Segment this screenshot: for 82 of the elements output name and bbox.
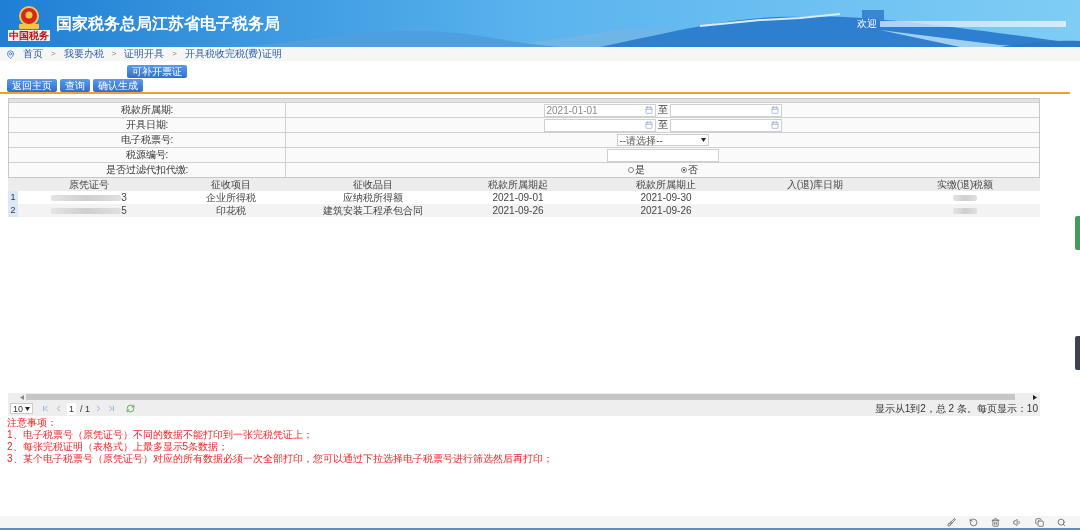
field-label: 税源编号:: [125, 149, 169, 161]
field-label: 电子税票号:: [120, 134, 174, 146]
page-count: / 1: [80, 402, 91, 415]
redacted-bar: [953, 207, 977, 214]
select-field[interactable]: --请选择--: [616, 134, 709, 146]
table-cell: 企业所得税: [206, 191, 256, 204]
column-header[interactable]: 税款所属期起: [488, 178, 548, 191]
redacted-bar: [51, 207, 122, 214]
radio-option[interactable]: 是: [627, 164, 645, 176]
redacted-bar: [953, 194, 977, 201]
undo-icon[interactable]: [969, 517, 978, 527]
action-button[interactable]: 查询: [60, 79, 90, 92]
supplement-tab-button[interactable]: 可补开票证: [127, 65, 187, 78]
copy-icon[interactable]: [1035, 517, 1044, 527]
input-field[interactable]: [606, 148, 719, 162]
breadcrumb-link[interactable]: 证明开具: [124, 48, 165, 60]
field-label: 开具日期:: [125, 119, 169, 131]
table-cell: 应纳税所得额: [343, 191, 403, 204]
table-cell: 2021-09-26: [640, 204, 692, 217]
dropdown-caret-icon: [25, 406, 30, 411]
note-text: 1、电子税票号（原凭证号）不同的数据不能打印到一张完税凭证上；: [7, 429, 314, 441]
range-separator: 至: [657, 119, 668, 131]
radio-option[interactable]: 否: [680, 164, 698, 176]
notes-title: 注意事项：: [7, 417, 58, 429]
column-header[interactable]: 实缴(退)税额: [936, 178, 994, 191]
action-button[interactable]: 返回主页: [7, 79, 57, 92]
calendar-icon: [644, 121, 653, 129]
voucher-number-end: 5: [121, 204, 127, 217]
breadcrumb-link[interactable]: 我要办税: [63, 48, 104, 60]
note-text: 2、每张完税证明（表格式）上最多显示5条数据；: [7, 441, 230, 453]
column-header[interactable]: 原凭证号: [69, 178, 109, 191]
emblem-icon: [16, 6, 42, 30]
calendar-icon: [770, 106, 779, 114]
table-cell: 2021-09-30: [640, 191, 692, 204]
refresh-icon[interactable]: [126, 404, 136, 413]
brush-icon[interactable]: [947, 517, 956, 527]
column-header[interactable]: 征收品目: [353, 178, 393, 191]
search-icon[interactable]: [1057, 517, 1066, 527]
calendar-icon: [770, 121, 779, 129]
page-size-select[interactable]: 10: [10, 403, 33, 414]
action-button[interactable]: 确认生成: [93, 79, 143, 92]
date-field[interactable]: 2021-01-01: [543, 103, 656, 117]
breadcrumb-separator: >: [172, 48, 177, 60]
table-cell: 2021-09-26: [492, 204, 544, 217]
range-separator: 至: [657, 104, 668, 116]
date-field[interactable]: [669, 103, 782, 117]
page-number-field[interactable]: 1: [67, 402, 77, 415]
side-handle[interactable]: [1075, 216, 1080, 250]
table-cell: 建筑安装工程承包合同: [323, 204, 423, 217]
breadcrumb-separator: >: [111, 48, 117, 60]
previous-page-icon[interactable]: [54, 404, 63, 413]
logo-text: 中国税务: [8, 30, 50, 41]
column-header[interactable]: 税款所属期止: [636, 178, 696, 191]
breadcrumb-separator: >: [51, 48, 56, 60]
horizontal-scrollbar[interactable]: [26, 394, 1015, 400]
note-text: 3、某个电子税票号（原凭证号）对应的所有数据必须一次全部打印，您可以通过下拉选择电子税票号进行筛选然后再打印；: [7, 453, 554, 465]
speaker-icon[interactable]: [1013, 517, 1022, 527]
row-number: 1: [10, 192, 16, 203]
calendar-icon: [644, 106, 653, 114]
breadcrumb-link[interactable]: 开具税收完税(费)证明: [185, 48, 282, 60]
date-field[interactable]: [669, 118, 782, 132]
side-handle[interactable]: [1075, 336, 1080, 370]
trash-icon[interactable]: [991, 517, 1000, 527]
scroll-right-icon[interactable]: [1033, 394, 1037, 400]
pager-summary: 显示从1到2，总 2 条。每页显示：10: [874, 402, 1038, 415]
row-number: 2: [10, 205, 16, 216]
table-cell: 印花税: [216, 204, 246, 217]
field-label: 税款所属期:: [120, 104, 174, 116]
location-pin-icon: [6, 49, 15, 59]
date-field[interactable]: [543, 118, 656, 132]
redacted-bar: [51, 194, 122, 201]
first-page-icon[interactable]: [41, 404, 50, 413]
column-header[interactable]: 入(退)库日期: [786, 178, 844, 191]
site-title: 国家税务总局江苏省电子税务局: [56, 13, 280, 34]
voucher-number-end: 3: [121, 191, 127, 204]
scroll-left-icon[interactable]: [20, 394, 24, 400]
last-page-icon[interactable]: [107, 404, 117, 413]
field-label: 是否过滤代扣代缴:: [105, 164, 189, 176]
breadcrumb-link[interactable]: 首页: [23, 48, 43, 60]
dropdown-caret-icon: [700, 138, 706, 142]
column-header[interactable]: 征收项目: [211, 178, 251, 191]
table-cell: 2021-09-01: [492, 191, 544, 204]
